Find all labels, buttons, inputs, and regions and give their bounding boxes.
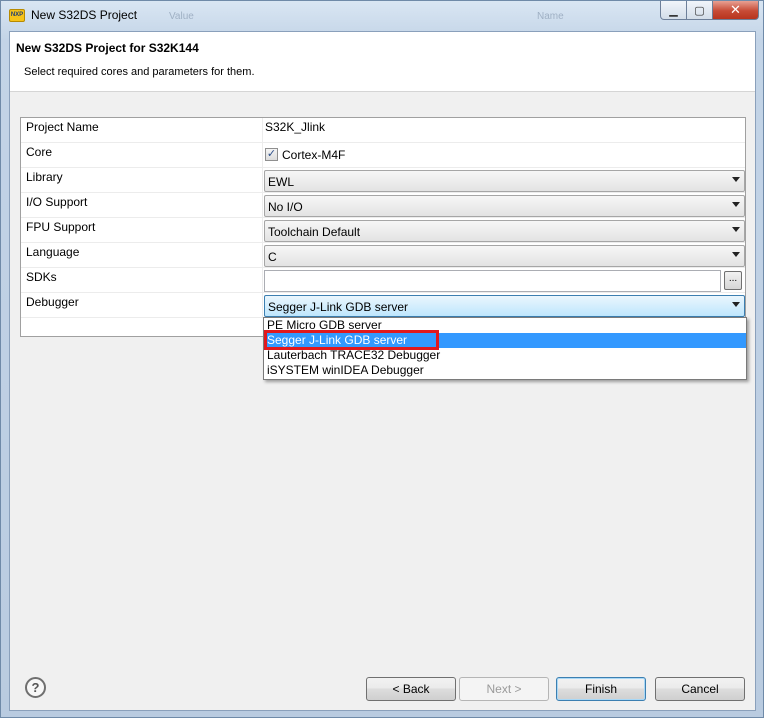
table-row-project-name[interactable]: Project Name S32K_Jlink — [21, 118, 745, 143]
nxp-logo-icon: NXP — [9, 9, 25, 22]
io-support-select[interactable]: No I/O — [264, 195, 745, 217]
language-select[interactable]: C — [264, 245, 745, 267]
chevron-down-icon[interactable] — [732, 177, 740, 182]
finish-button[interactable]: Finish — [556, 677, 646, 701]
dropdown-option-lauterbach[interactable]: Lauterbach TRACE32 Debugger — [264, 348, 746, 363]
project-name-value[interactable]: S32K_Jlink — [265, 120, 325, 134]
table-row-library: Library EWL — [21, 168, 745, 193]
io-support-select-value: No I/O — [268, 200, 303, 214]
language-select-value: C — [268, 250, 277, 264]
dialog-window: NXP New S32DS Project Value Name ▁ ▢ ✕ N… — [0, 0, 764, 718]
table-row-debugger: Debugger Segger J-Link GDB server — [21, 293, 745, 318]
title-bar[interactable]: NXP New S32DS Project Value Name ▁ ▢ ✕ — [1, 1, 763, 31]
ghost-label-value: Value — [169, 11, 194, 22]
chevron-down-icon[interactable] — [732, 252, 740, 257]
debugger-select-value: Segger J-Link GDB server — [268, 300, 409, 314]
core-checkbox-label[interactable]: Cortex-M4F — [282, 148, 345, 162]
row-label: FPU Support — [26, 220, 96, 234]
library-select-value: EWL — [268, 175, 295, 189]
window-controls: ▁ ▢ ✕ — [660, 1, 759, 20]
row-label: Project Name — [26, 120, 99, 134]
row-label: SDKs — [26, 270, 57, 284]
row-label: Core — [26, 145, 53, 159]
chevron-down-icon[interactable] — [732, 302, 740, 307]
minimize-icon: ▁ — [669, 4, 678, 17]
minimize-button[interactable]: ▁ — [660, 1, 687, 20]
row-label: Debugger — [26, 295, 79, 309]
table-row-fpu-support: FPU Support Toolchain Default — [21, 218, 745, 243]
table-row-sdks: SDKs ... — [21, 268, 745, 293]
core-checkbox[interactable]: ✓ — [265, 148, 278, 161]
cancel-button[interactable]: Cancel — [655, 677, 745, 701]
dialog-client-area: New S32DS Project for S32K144 Select req… — [9, 31, 756, 711]
dropdown-option-isystem[interactable]: iSYSTEM winIDEA Debugger — [264, 363, 746, 378]
row-label: Library — [26, 170, 63, 184]
checkmark-icon: ✓ — [266, 148, 277, 160]
fpu-support-select-value: Toolchain Default — [268, 225, 361, 239]
page-title: New S32DS Project for S32K144 — [16, 41, 199, 55]
back-button[interactable]: < Back — [366, 677, 456, 701]
row-label: I/O Support — [26, 195, 88, 209]
sdks-browse-button[interactable]: ... — [724, 271, 742, 290]
next-button[interactable]: Next > — [459, 677, 549, 701]
project-parameters-table: Project Name S32K_Jlink Core ✓ Cortex-M4… — [20, 117, 746, 337]
sdks-input[interactable] — [264, 270, 721, 292]
chevron-down-icon[interactable] — [732, 202, 740, 207]
maximize-icon: ▢ — [694, 4, 705, 17]
close-button[interactable]: ✕ — [713, 1, 759, 20]
debugger-select[interactable]: Segger J-Link GDB server — [264, 295, 745, 317]
row-label: Language — [26, 245, 80, 259]
window-title: New S32DS Project — [31, 8, 138, 22]
chevron-down-icon[interactable] — [732, 227, 740, 232]
help-icon[interactable]: ? — [25, 677, 46, 698]
fpu-support-select[interactable]: Toolchain Default — [264, 220, 745, 242]
library-select[interactable]: EWL — [264, 170, 745, 192]
maximize-button[interactable]: ▢ — [687, 1, 713, 20]
table-row-core: Core ✓ Cortex-M4F — [21, 143, 745, 168]
ghost-label-name: Name — [537, 11, 564, 22]
wizard-header: New S32DS Project for S32K144 Select req… — [10, 32, 755, 92]
page-description: Select required cores and parameters for… — [24, 66, 255, 78]
close-icon: ✕ — [730, 2, 741, 17]
table-row-language: Language C — [21, 243, 745, 268]
red-highlight-annotation — [264, 330, 439, 350]
table-row-io-support: I/O Support No I/O — [21, 193, 745, 218]
